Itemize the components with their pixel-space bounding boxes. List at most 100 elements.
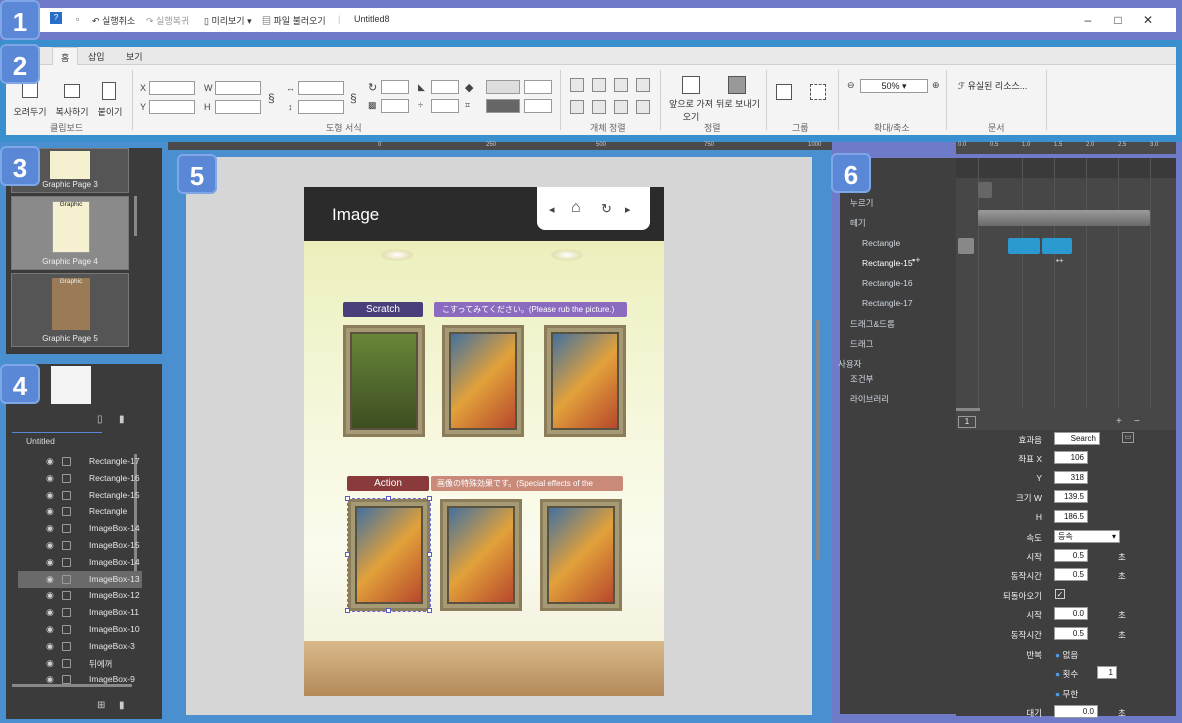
scratch-image-picasso[interactable] (544, 325, 626, 437)
align-middle-icon[interactable] (592, 100, 606, 114)
layer-row[interactable]: ◉ ImageBox-12 (18, 587, 142, 604)
rotate-field[interactable] (381, 80, 409, 94)
property-input[interactable]: 등속 ▾ (1054, 530, 1120, 543)
y-field[interactable] (149, 100, 195, 114)
maximize-button[interactable]: □ (1104, 11, 1132, 29)
lock-icon[interactable] (62, 658, 71, 668)
property-input[interactable]: 318 (1054, 471, 1088, 484)
layer-row[interactable]: ◉ ImageBox-14 (18, 520, 142, 537)
tab-view[interactable]: 보기 (126, 50, 143, 63)
event-item[interactable]: 드래그&드롭 (850, 318, 895, 330)
new-layer-icon[interactable]: ▯ (97, 414, 103, 425)
bring-front-button[interactable]: 앞으로 가져오기 (666, 97, 716, 123)
folder-icon[interactable]: ▭ (1122, 432, 1134, 443)
selection-handle[interactable] (345, 552, 350, 557)
layer-row[interactable]: ◉ ImageBox-11 (18, 604, 142, 621)
paste-button[interactable]: 붙이기 (94, 105, 126, 118)
event-item[interactable]: 떼기 (850, 217, 866, 229)
cut-button[interactable]: 오려두기 (12, 105, 48, 118)
event-item[interactable]: 조건부 (850, 373, 873, 385)
line-height-field[interactable] (298, 100, 344, 114)
repeat-radio[interactable]: ● 없음 (1055, 649, 1078, 661)
layer-row[interactable]: ◉ 뒤에꺼 (18, 655, 142, 672)
timeline-bar[interactable] (978, 210, 1150, 226)
align-top-icon[interactable] (570, 100, 584, 114)
w-field[interactable] (215, 81, 261, 95)
prev-icon[interactable]: ◂ (549, 203, 555, 216)
pages-scrollbar[interactable] (134, 196, 137, 236)
eye-icon[interactable]: ◉ (46, 523, 54, 534)
timeline-key[interactable] (978, 182, 992, 198)
property-input[interactable]: 0.5 (1054, 568, 1088, 581)
eye-icon[interactable]: ◉ (46, 574, 54, 585)
layer-row[interactable]: ◉ ImageBox-13 (18, 570, 142, 588)
property-input[interactable]: 106 (1054, 451, 1088, 464)
layer-root[interactable]: Untitled (26, 436, 55, 446)
property-input[interactable]: Search (1054, 432, 1100, 445)
distribute-v-icon[interactable] (636, 100, 650, 114)
lock-icon[interactable] (62, 675, 71, 685)
line-width-field[interactable] (298, 81, 344, 95)
undo-button[interactable]: ↶ 실행취소 (92, 14, 135, 27)
repeat-radio[interactable]: ● 무한 (1055, 688, 1078, 700)
selection-handle[interactable] (386, 496, 391, 501)
lock-icon[interactable] (62, 591, 71, 601)
eye-icon[interactable]: ◉ (46, 506, 54, 517)
canvas-scrollbar[interactable] (816, 320, 820, 560)
align-left-icon[interactable] (570, 78, 584, 92)
frame-icon[interactable]: ⌗ (465, 100, 470, 111)
property-input[interactable]: 0.0 (1054, 607, 1088, 620)
save-icon[interactable]: ▫ (76, 14, 79, 24)
fill-value-field[interactable] (524, 80, 552, 94)
selection-handle[interactable] (345, 496, 350, 501)
selection-handle[interactable] (427, 552, 432, 557)
redo-button[interactable]: ↷ 실행복귀 (146, 14, 189, 27)
distribute-h-icon[interactable] (636, 78, 650, 92)
action-image-selected[interactable] (347, 498, 431, 612)
next-icon[interactable]: ▸ (625, 203, 631, 216)
send-back-button[interactable]: 뒤로 보내기 (716, 97, 760, 110)
layer-row[interactable]: ◉ Rectangle-16 (18, 470, 142, 487)
selection-handle[interactable] (427, 608, 432, 613)
pattern-field[interactable] (381, 99, 409, 113)
unused-resources-button[interactable]: ℱ 유실된 리소스... (958, 79, 1042, 92)
event-item[interactable]: Rectangle-15 (862, 258, 913, 268)
page-thumb-5[interactable]: Graphic Graphic Page 5 (11, 273, 129, 347)
layer-row[interactable]: ◉ Rectangle (18, 503, 142, 520)
fill-color-select[interactable] (486, 99, 520, 113)
ungroup-icon[interactable] (810, 84, 826, 100)
group-icon[interactable] (776, 84, 792, 100)
zoom-select[interactable]: 50% ▾ (860, 79, 928, 93)
event-item[interactable]: Rectangle (862, 238, 900, 248)
repeat-radio[interactable]: ● 횟수 (1055, 668, 1078, 680)
property-input[interactable]: 0.5 (1054, 627, 1088, 640)
lock-icon[interactable] (62, 608, 71, 618)
line-value-field[interactable] (524, 99, 552, 113)
event-item[interactable]: 누르기 (850, 197, 873, 209)
lock-icon[interactable] (62, 473, 71, 483)
scratch-image-picasso[interactable] (442, 325, 524, 437)
property-input[interactable]: 0.0 (1054, 705, 1098, 718)
spacing-field[interactable] (431, 99, 459, 113)
property-input[interactable]: 1 (1097, 666, 1117, 679)
layer-row[interactable]: ◉ ImageBox-14 (18, 554, 142, 571)
fill-pattern-select[interactable] (486, 80, 520, 94)
link-ratio-icon[interactable]: § (268, 91, 275, 105)
copy-button[interactable]: 복사하기 (52, 105, 92, 118)
eye-icon[interactable]: ◉ (46, 456, 54, 467)
preview-button[interactable]: ▯ 미리보기 ▾ (204, 14, 252, 27)
layer-row[interactable]: ◉ ImageBox-10 (18, 621, 142, 638)
timeline-clip-tools-icon[interactable]: ▪+ (1056, 256, 1064, 265)
fill-bucket-icon[interactable]: ◆ (465, 81, 473, 94)
property-input[interactable]: 139.5 (1054, 490, 1088, 503)
timeline-clip[interactable] (1042, 238, 1072, 254)
property-input[interactable]: 0.5 (1054, 549, 1088, 562)
layer-row[interactable]: ◉ Rectangle-17 (18, 453, 142, 470)
refresh-icon[interactable]: ↻ (601, 201, 612, 217)
event-item[interactable]: 라이브러리 (850, 393, 889, 405)
load-file-button[interactable]: ▤ 파일 불러오기 (262, 14, 326, 27)
lock-icon[interactable] (62, 524, 71, 534)
link-size-icon[interactable]: § (350, 91, 357, 105)
remove-page-icon[interactable]: ▮ (119, 700, 125, 711)
property-input[interactable]: 186.5 (1054, 510, 1088, 523)
